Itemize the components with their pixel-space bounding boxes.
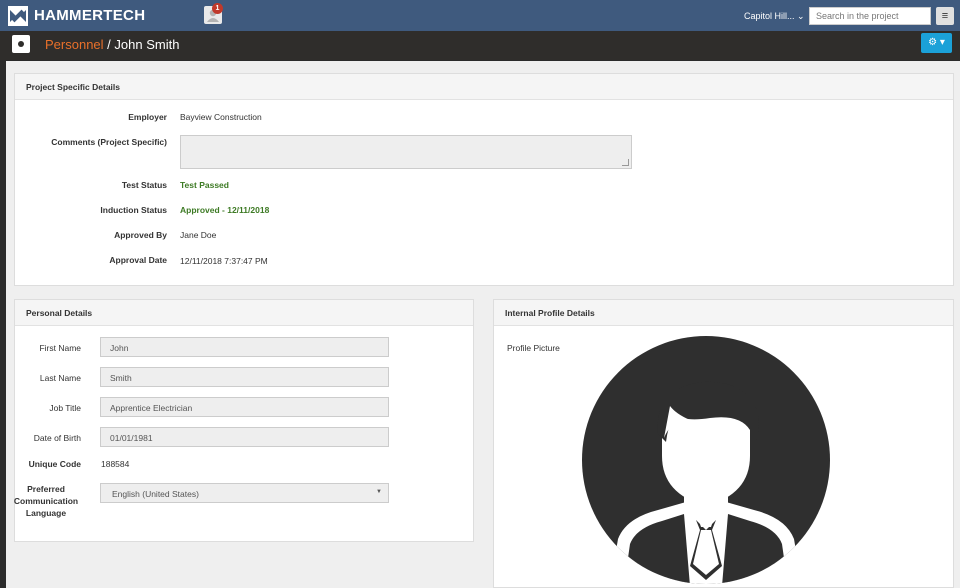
job-title-label: Job Title <box>49 403 81 413</box>
panel-title: Internal Profile Details <box>494 300 953 326</box>
profile-picture-label: Profile Picture <box>507 343 560 353</box>
panel-title: Personal Details <box>15 300 473 326</box>
notification-badge: 1 <box>212 3 223 14</box>
project-search-input[interactable] <box>809 7 931 25</box>
language-select[interactable]: English (United States) ▼ <box>100 483 389 503</box>
profile-avatar-icon[interactable] <box>580 334 832 586</box>
brand-name[interactable]: HAMMERTECH <box>34 7 145 24</box>
comments-label: Comments (Project Specific) <box>51 137 167 147</box>
breadcrumb: Personnel / John Smith <box>45 37 179 52</box>
language-select-value: English (United States) <box>112 489 199 499</box>
back-button[interactable] <box>12 35 30 53</box>
hammertech-logo-icon[interactable] <box>8 6 28 26</box>
employer-label: Employer <box>128 112 167 122</box>
employer-value: Bayview Construction <box>180 112 262 122</box>
dob-label: Date of Birth <box>33 433 81 443</box>
unique-code-label: Unique Code <box>28 459 81 469</box>
panel-title: Project Specific Details <box>15 74 953 100</box>
breadcrumb-separator: / <box>103 37 115 52</box>
menu-icon[interactable]: ≡ <box>936 7 954 25</box>
induction-status-label: Induction Status <box>100 205 167 215</box>
project-selector[interactable]: Capitol Hill... ⌄ <box>744 11 805 22</box>
settings-gear-button[interactable]: ⚙ ▾ <box>921 33 952 53</box>
preferred-language-label: Preferred Communication Language <box>13 484 79 518</box>
approval-date-value: 12/11/2018 7:37:47 PM <box>180 256 268 266</box>
dob-field[interactable]: 01/01/1981 <box>100 427 389 447</box>
first-name-label: First Name <box>39 343 81 353</box>
internal-profile-panel: Internal Profile Details Profile Picture <box>493 299 954 588</box>
test-status-value: Test Passed <box>180 180 229 190</box>
unique-code-value: 188584 <box>101 459 130 469</box>
test-status-label: Test Status <box>121 180 167 190</box>
first-name-field[interactable]: John <box>100 337 389 357</box>
breadcrumb-personnel-link[interactable]: Personnel <box>45 37 104 52</box>
breadcrumb-current: John Smith <box>114 37 180 52</box>
approved-by-value: Jane Doe <box>180 230 217 240</box>
last-name-label: Last Name <box>39 373 81 383</box>
job-title-field[interactable]: Apprentice Electrician <box>100 397 389 417</box>
dropdown-arrow-icon: ▼ <box>376 489 382 495</box>
project-details-panel: Project Specific Details Employer Bayvie… <box>14 73 954 286</box>
approved-by-label: Approved By <box>114 230 167 240</box>
approval-date-label: Approval Date <box>109 255 167 265</box>
induction-status-value: Approved - 12/11/2018 <box>180 205 270 215</box>
main-content: Project Specific Details Employer Bayvie… <box>6 61 960 588</box>
personal-details-panel: Personal Details First Name John Last Na… <box>14 299 474 542</box>
comments-textarea[interactable] <box>180 135 632 169</box>
last-name-field[interactable]: Smith <box>100 367 389 387</box>
